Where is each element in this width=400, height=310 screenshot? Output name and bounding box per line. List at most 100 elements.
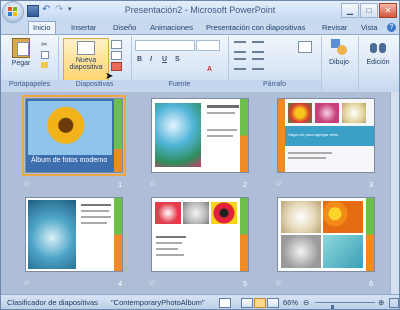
bullets-icon[interactable] [234,41,246,53]
slideshow-view-icon[interactable] [267,298,279,308]
normal-view-icon[interactable] [241,298,253,308]
minimize-button[interactable]: ▁ [341,3,359,18]
slide-number-5: 5 [243,279,248,288]
slide-thumbnail-4[interactable] [25,197,123,272]
tab-revisar[interactable]: Revisar [318,22,351,34]
editing-button[interactable]: Edición [362,39,394,66]
vertical-scrollbar[interactable] [390,92,399,294]
slide-number-4: 4 [118,279,123,288]
slide-number-6: 6 [369,279,374,288]
drawing-label: Dibujo [329,59,349,66]
slide-3-caption: Haga clic para agregar texto [288,132,339,137]
reset-icon[interactable] [111,51,122,60]
numbering-icon[interactable] [252,41,264,53]
tile-photo-7 [281,201,321,233]
new-slide-label-1: Nueva [75,57,97,64]
close-button[interactable]: ✕ [379,3,397,18]
align-left-icon[interactable] [234,58,246,70]
language-icon [219,298,231,308]
shapes-icon [331,39,347,55]
paste-icon [12,38,30,58]
tab-presentacion[interactable]: Presentación con diapositivas [202,22,309,34]
transition-icon: ☆ [275,179,283,188]
blue-glassware-photo [28,200,76,269]
sunflower-photo [28,101,112,155]
shadow-button[interactable]: S [175,56,180,63]
binoculars-icon [370,39,386,53]
tab-diseno[interactable]: Diseño [109,22,140,34]
slides-group-label: Diapositivas [58,80,131,89]
font-size-box[interactable] [196,40,220,51]
tile-photo-8 [323,201,363,233]
office-button[interactable] [3,2,23,22]
slide-thumbnail-1[interactable]: Álbum de fotos moderno [22,95,126,176]
zoom-level[interactable]: 66% [283,298,298,307]
bold-button[interactable]: B [137,56,142,63]
font-name-box[interactable] [135,40,195,51]
clipboard-group: Pegar ✂ Portapapeles [1,36,59,90]
zoom-out-icon[interactable]: ⊖ [303,298,309,307]
transition-icon: ☆ [23,179,31,188]
status-theme-name: "ContemporaryPhotoAlbum" [111,298,205,307]
slide-sorter-view-icon[interactable] [254,298,266,308]
slide-thumbnail-3[interactable]: Haga clic para agregar texto [277,98,375,173]
slide-number-1: 1 [118,180,123,189]
layout-icon[interactable] [111,40,122,49]
editing-group: Edición [358,36,398,90]
tile-photo-2 [315,103,339,123]
slides-group: Nueva diapositiva ➤ Diapositivas [58,36,132,90]
new-slide-button[interactable]: Nueva diapositiva [63,38,109,83]
slide-number-3: 3 [369,180,374,189]
cut-icon[interactable]: ✂ [41,40,49,49]
tab-vista[interactable]: Vista [357,22,382,34]
tile-photo-3 [342,103,366,123]
font-color-button[interactable]: A [207,66,212,73]
transition-icon: ☆ [149,179,157,188]
window-title: Presentación2 - Microsoft PowerPoint [124,5,276,15]
title-bar: ↶ ↷ ▾ Presentación2 - Microsoft PowerPoi… [1,1,399,22]
powerpoint-window: ↶ ↷ ▾ Presentación2 - Microsoft PowerPoi… [0,0,400,310]
zoom-in-icon[interactable]: ⊕ [378,298,384,307]
delete-slide-icon[interactable] [111,62,122,71]
underline-button[interactable]: U [162,56,167,63]
editing-label: Edición [366,59,390,66]
zoom-slider[interactable] [315,302,375,309]
help-icon[interactable]: ? [387,23,396,32]
transition-icon: ☆ [149,278,157,287]
copy-icon[interactable] [41,51,49,59]
tile-photo-4 [155,202,181,224]
fit-window-icon[interactable] [389,298,399,308]
tab-inicio[interactable]: Inicio [28,21,56,35]
window-controls: ▁ □ ✕ [341,3,397,18]
office-logo-icon [8,7,18,17]
tab-animaciones[interactable]: Animaciones [146,22,197,34]
format-painter-icon[interactable] [41,62,48,68]
drawing-button[interactable]: Dibujo [324,39,354,66]
status-view-name: Clasificador de diapositivas [7,298,98,307]
glassware-photo [155,103,201,167]
paste-label: Pegar [11,60,31,67]
maximize-button[interactable]: □ [360,3,378,18]
italic-button[interactable]: I [150,56,152,63]
slide-1-title: Álbum de fotos moderno [31,157,108,164]
transition-icon: ☆ [275,278,283,287]
clipboard-group-label: Portapapeles [1,80,58,89]
paragraph-group: Párrafo [228,36,322,90]
new-slide-label-2: diapositiva [69,64,103,71]
ribbon-tabs: Inicio Insertar Diseño Animaciones Prese… [1,21,399,35]
slide-thumbnail-2[interactable] [151,98,249,173]
text-direction-icon[interactable] [298,41,312,53]
paragraph-group-label: Párrafo [228,80,321,89]
font-group-label: Fuente [131,80,228,89]
ribbon: Pegar ✂ Portapapeles Nueva diapositiva ➤… [1,34,399,93]
status-bar: Clasificador de diapositivas "Contempora… [1,294,399,309]
slide-thumbnail-5[interactable] [151,197,249,272]
transition-icon: ☆ [23,278,31,287]
slide-thumbnail-6[interactable] [277,197,375,272]
new-slide-icon [77,41,95,55]
tile-photo-6 [211,202,237,224]
paste-button[interactable]: Pegar [7,38,35,67]
zoom-slider-thumb[interactable] [331,305,334,309]
align-center-icon[interactable] [252,58,264,70]
tab-insertar[interactable]: Insertar [67,22,100,34]
